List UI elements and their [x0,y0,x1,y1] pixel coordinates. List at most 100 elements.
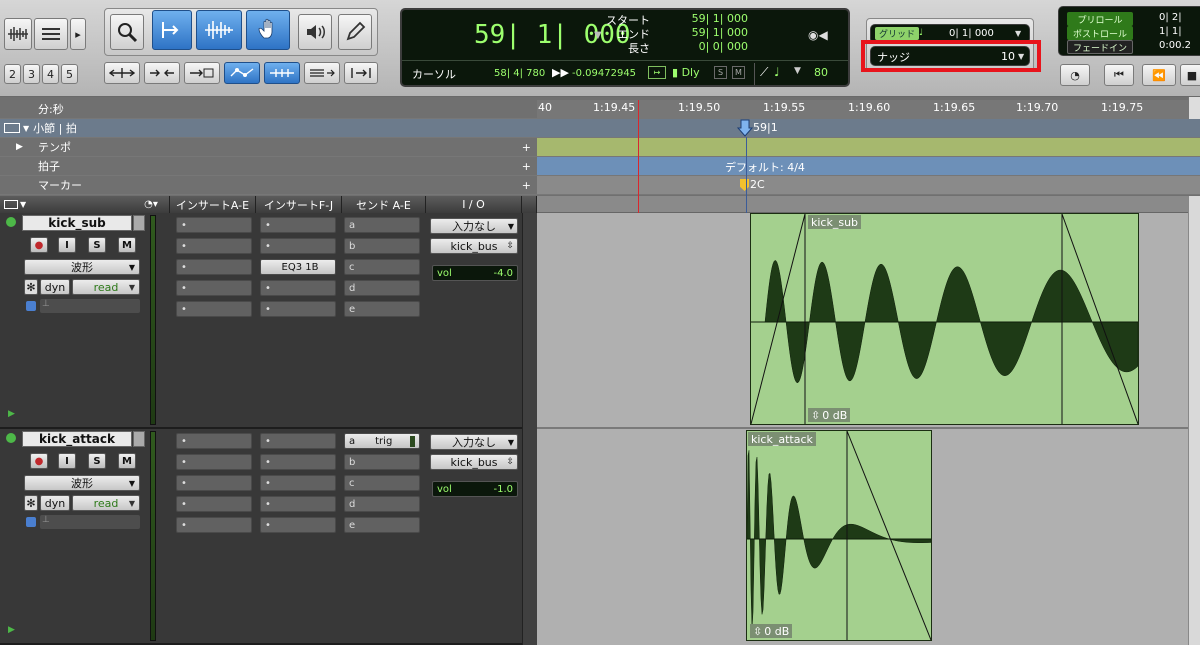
bar-marker-icon[interactable] [736,119,754,137]
insert-slot-e[interactable]: • [176,517,252,533]
send-slot-e[interactable]: e [344,301,420,317]
send-slot-trig[interactable]: a trig [344,433,420,449]
insert-slot-b[interactable]: • [176,238,252,254]
spot-mode-icon[interactable] [184,62,220,84]
send-slot-c[interactable]: c [344,259,420,275]
meter-value[interactable]: デフォルト: 4/4 [725,159,805,175]
marker-add-icon[interactable]: + [522,179,531,192]
insert-slot-c[interactable]: • [176,475,252,491]
tempo-add-icon[interactable]: + [522,141,531,154]
ruler-scrollbar[interactable] [1188,97,1200,119]
input-selector[interactable]: 入力なし ▼ [430,218,518,234]
elastic-audio-icon[interactable]: ✻ [24,495,38,511]
tempo-ruler[interactable] [537,138,1200,157]
output-selector[interactable]: kick_bus ⇳ [430,454,518,470]
preroll-button[interactable]: プリロール [1067,12,1133,26]
nudge-amount[interactable]: 80 [814,66,828,79]
track-active-icon[interactable] [6,433,16,443]
mute-indicator[interactable]: M [732,66,745,79]
dyn-selector[interactable]: dyn [40,279,70,295]
track-expand-icon[interactable]: ▶ [8,409,15,419]
mute-button[interactable]: M [118,453,136,469]
waveform-zoom-icon[interactable] [4,18,32,50]
zoom-preset-2[interactable]: 2 [4,64,21,84]
input-selector[interactable]: 入力なし ▼ [430,434,518,450]
dyn-selector[interactable]: dyn [40,495,70,511]
volume-display[interactable]: vol -1.0 [432,481,518,497]
preroll-value[interactable]: 0| 2| [1159,12,1182,23]
slip-mode-icon[interactable] [144,62,180,84]
send-slot-c[interactable]: c [344,475,420,491]
record-enable-button[interactable]: ● [30,453,48,469]
midi-input-icon[interactable]: ◉◀ [808,28,828,42]
scrubber-tool-icon[interactable] [298,14,332,50]
return-to-zero-icon[interactable]: ⏮ [1104,64,1134,86]
timebase-selector-icon[interactable] [26,301,36,311]
output-selector[interactable]: kick_bus ⇳ [430,238,518,254]
track-name[interactable]: kick_attack [22,431,132,447]
comments-field[interactable]: ⊥ [40,299,140,313]
elastic-audio-icon[interactable]: ✻ [24,279,38,295]
send-slot-d[interactable]: d [344,280,420,296]
insert-slot-b[interactable]: • [176,454,252,470]
send-slot-a[interactable]: a [344,217,420,233]
send-slot-b[interactable]: b [344,238,420,254]
tab-to-transient-icon[interactable] [304,62,340,84]
length-value[interactable]: 0| 0| 000 [658,40,748,53]
insert-slot-g[interactable]: • [260,454,336,470]
insert-slot-d[interactable]: • [176,280,252,296]
insert-slot-c[interactable]: • [176,259,252,275]
timebase-selector-icon[interactable] [26,517,36,527]
selector-tool-icon[interactable] [196,10,242,50]
comments-field[interactable]: ⊥ [40,515,140,529]
zoom-preset-4[interactable]: 4 [42,64,59,84]
fadein-value[interactable]: 0:00.2 [1159,40,1191,51]
send-slot-e[interactable]: e [344,517,420,533]
region-gain[interactable]: ⇳ 0 dB [808,408,851,422]
insert-slot-a[interactable]: • [176,217,252,233]
mirror-edit-icon[interactable] [344,62,378,84]
grid-label[interactable]: グリッド [875,27,920,40]
automation-mode-selector[interactable]: read ▼ [72,279,140,295]
grid-value[interactable]: 0| 1| 000 [949,28,994,39]
vertical-scrollbar[interactable] [1188,196,1200,645]
audio-region-kick-sub[interactable]: kick_sub ⇳ 0 dB [750,213,1139,425]
bars-ruler-menu-icon[interactable]: ▼ [23,124,29,133]
note-value-icon[interactable]: ♩ [774,65,780,79]
nudge-value-menu-icon[interactable]: ▼ [794,66,801,76]
insert-slot-d[interactable]: • [176,496,252,512]
postroll-button[interactable]: ポストロール [1067,26,1133,40]
mute-button[interactable]: M [118,237,136,253]
pencil-shape-icon[interactable]: ⟋ [760,65,768,80]
insert-slot-j[interactable]: • [260,517,336,533]
midi-zoom-icon[interactable] [34,18,68,50]
send-slot-b[interactable]: b [344,454,420,470]
track-expand-icon[interactable]: ▶ [8,625,15,635]
send-slot-d[interactable]: d [344,496,420,512]
zoom-arrow-icon[interactable]: ▸ [70,18,86,50]
track-active-icon[interactable] [6,217,16,227]
marker-name[interactable]: 2C [750,178,765,191]
column-view-icon[interactable] [4,200,18,209]
grid-mode-icon[interactable] [224,62,260,84]
track-view-selector[interactable]: 波形 ▼ [24,475,140,491]
shuffle-mode-icon[interactable] [104,62,140,84]
column-menu-icon[interactable]: ▼ [20,200,26,209]
dly-indicator[interactable]: ▮ Dly [672,66,700,79]
grid-menu-icon[interactable]: ▼ [1015,29,1021,38]
automation-mode-selector[interactable]: read ▼ [72,495,140,511]
input-monitor-button[interactable]: I [58,453,76,469]
track-name[interactable]: kick_sub [22,215,132,231]
meter-add-icon[interactable]: + [522,160,531,173]
start-value[interactable]: 59| 1| 000 [658,12,748,25]
insert-slot-g[interactable]: • [260,238,336,254]
input-monitor-button[interactable]: I [58,237,76,253]
marker-flag-icon[interactable] [740,179,749,191]
insert-slot-f[interactable]: • [260,433,336,449]
fadein-button[interactable]: フェードイン [1067,40,1133,54]
link-timeline-icon[interactable] [264,62,300,84]
solo-indicator[interactable]: S [714,66,727,79]
region-gain[interactable]: ⇳ 0 dB [750,624,793,638]
delay-comp-icon[interactable]: ↦ [648,66,666,79]
solo-button[interactable]: S [88,453,106,469]
